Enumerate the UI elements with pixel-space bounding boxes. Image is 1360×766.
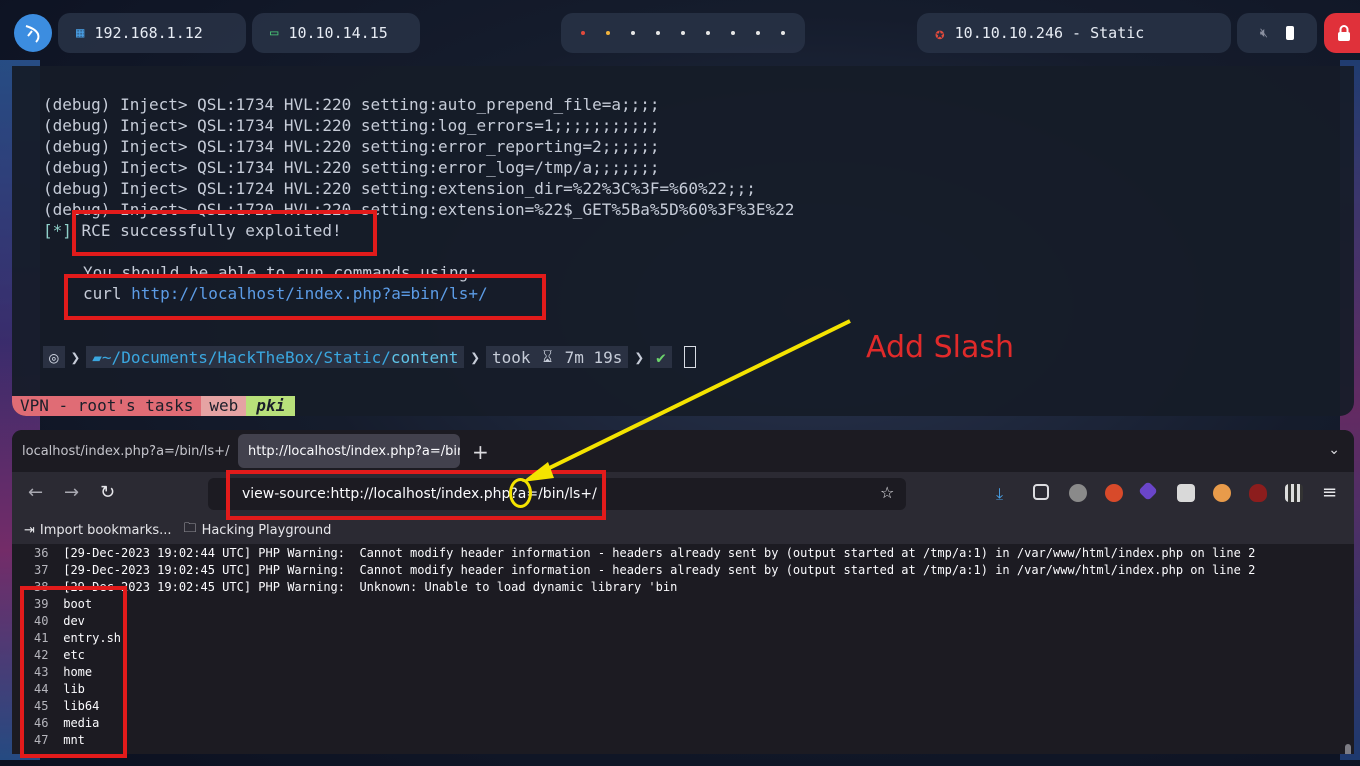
arrow-shaft [532,319,851,478]
annotation-arrow [522,319,851,482]
arrow-head [522,462,554,482]
